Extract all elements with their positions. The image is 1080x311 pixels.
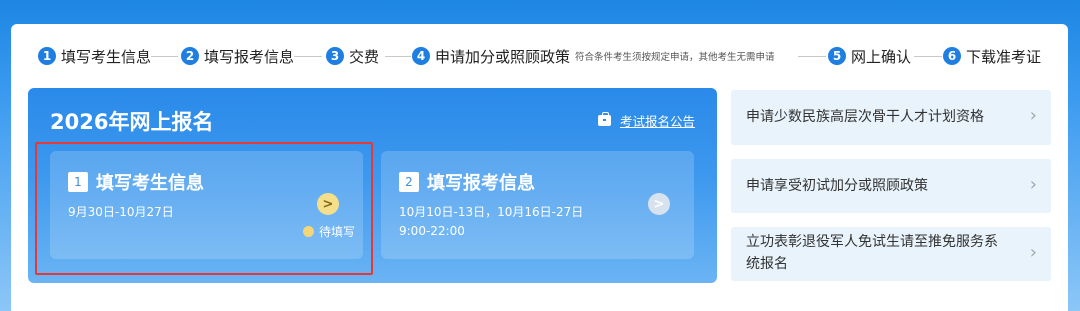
card-date-line1: 10月10日-13日，10月16日-27日 [399,205,584,219]
step-2[interactable]: 2 填写报考信息 [181,43,294,69]
highlight-box [35,142,373,275]
step-1[interactable]: 1 填写考生信息 [38,43,151,69]
notice-label: 考试报名公告 [619,114,695,129]
card-date: 10月10日-13日，10月16日-27日 9:00-22:00 [399,203,583,241]
briefcase-icon [597,112,611,126]
step-label: 交费 [349,47,380,66]
step-number: 5 [828,47,846,65]
step-4[interactable]: 4 申请加分或照顾政策 符合条件考生须按规定申请，其他考生无需申请 [412,43,775,69]
panel-title: 2026年网上报名 [50,110,214,134]
fill-application-info-card[interactable]: 2 填写报考信息 10月10日-13日，10月16日-27日 9:00-22:0… [381,151,694,259]
step-divider [151,56,178,57]
card-number: 2 [399,172,419,192]
step-label: 网上确认 [851,47,912,66]
step-label: 申请加分或照顾政策 [435,47,571,66]
exam-notice-link[interactable]: 考试报名公告 [597,111,695,130]
step-5[interactable]: 5 网上确认 [828,43,911,69]
link-label-line1: 立功表彰退役军人免试生请至推免服务系 [746,234,998,250]
step-label: 填写报考信息 [204,47,295,66]
step-divider [914,56,942,57]
step-divider [385,56,411,57]
step-label: 填写考生信息 [61,47,152,66]
bonus-policy-link[interactable]: 申请享受初试加分或照顾政策 › [731,159,1051,213]
step-number: 6 [943,47,961,65]
step-number: 3 [326,47,344,65]
chevron-right-icon: › [1029,242,1037,263]
link-label-line2: 统报名 [746,256,788,272]
link-label: 立功表彰退役军人免试生请至推免服务系 统报名 [746,231,998,275]
step-note: 符合条件考生须按规定申请，其他考生无需申请 [575,52,775,63]
step-number: 1 [38,47,56,65]
minority-talent-link[interactable]: 申请少数民族高层次骨干人才计划资格 › [731,90,1051,145]
step-6[interactable]: 6 下载准考证 [943,43,1041,69]
card-title: 填写报考信息 [427,173,535,194]
step-divider [798,56,826,57]
chevron-right-icon: › [1029,105,1037,126]
step-divider [294,56,322,57]
card-date-line2: 9:00-22:00 [399,224,465,238]
veteran-exemption-link[interactable]: 立功表彰退役军人免试生请至推免服务系 统报名 › [731,227,1051,281]
step-number: 2 [181,47,199,65]
chevron-right-icon: › [1029,174,1037,195]
steps-bar: 1 填写考生信息 2 填写报考信息 3 交费 4 申请加分或照顾政策 符合条件考… [28,43,1058,69]
step-3[interactable]: 3 交费 [326,43,379,69]
step-label: 下载准考证 [966,47,1042,66]
link-label: 申请享受初试加分或照顾政策 [746,178,928,194]
arrow-right-icon[interactable]: > [648,193,670,215]
link-label: 申请少数民族高层次骨干人才计划资格 [746,109,984,125]
step-number: 4 [412,47,430,65]
